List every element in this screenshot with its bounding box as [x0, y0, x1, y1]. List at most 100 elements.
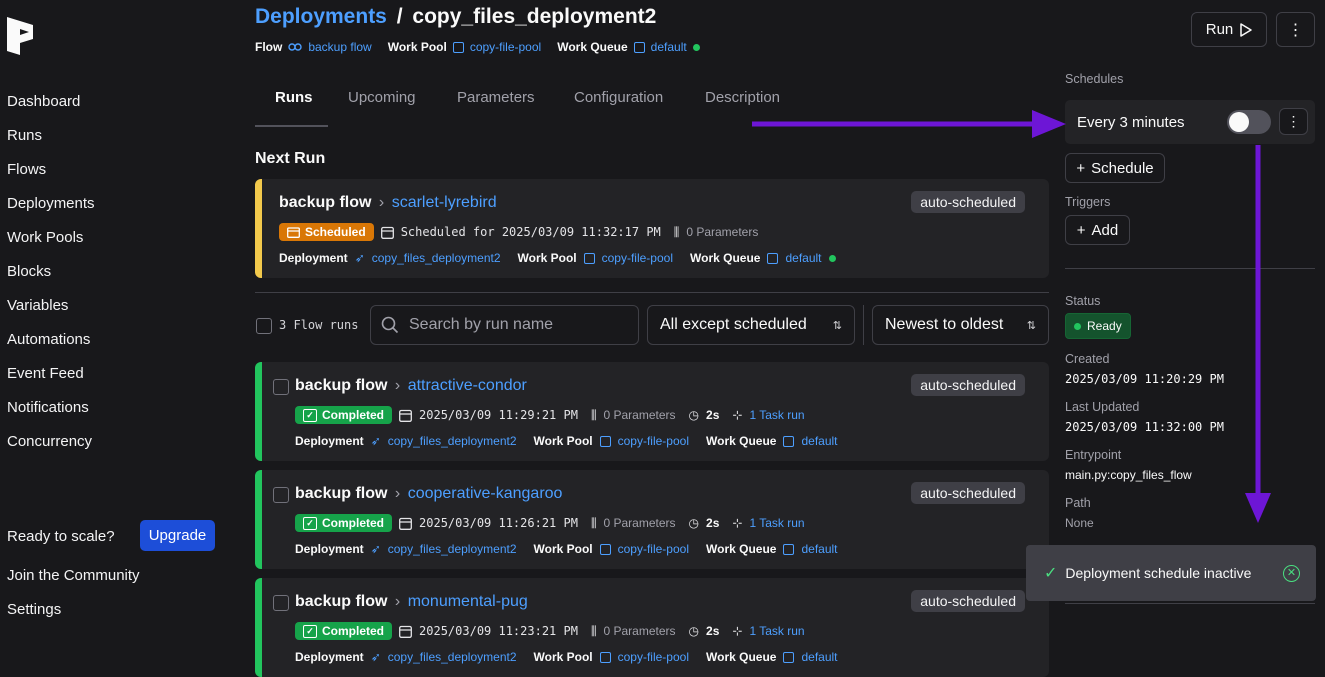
- parameters-icon: ⫼: [590, 407, 597, 422]
- nav-variables[interactable]: Variables: [7, 297, 68, 314]
- chevron-right-icon: ›: [394, 377, 401, 394]
- tab-configuration[interactable]: Configuration: [574, 89, 663, 106]
- select-all-checkbox[interactable]: [256, 318, 272, 334]
- state-filter-select[interactable]: All except scheduled ⇅: [647, 305, 855, 345]
- parameters-count[interactable]: 0 Parameters: [604, 624, 676, 638]
- work-queue-link[interactable]: default: [785, 251, 821, 265]
- chevron-right-icon: ›: [394, 485, 401, 502]
- schedule-menu-button[interactable]: ⋮: [1279, 108, 1308, 135]
- run-relations: Deployment ➶ copy_files_deployment2 Work…: [295, 434, 838, 448]
- run-select-checkbox[interactable]: [273, 379, 289, 395]
- tab-runs[interactable]: Runs: [275, 89, 313, 106]
- work-pool-link[interactable]: copy-file-pool: [602, 251, 673, 265]
- plus-icon: +: [1076, 221, 1086, 239]
- last-updated-label: Last Updated: [1065, 400, 1140, 414]
- work-pool-link[interactable]: copy-file-pool: [618, 650, 689, 664]
- flow-icon: [288, 43, 303, 51]
- state-label: Completed: [322, 516, 385, 530]
- work-pool-link[interactable]: copy-file-pool: [618, 434, 689, 448]
- search-field[interactable]: Search by run name: [370, 305, 639, 345]
- deployment-label: Deployment: [295, 542, 364, 556]
- nav-work-pools[interactable]: Work Pools: [7, 229, 83, 246]
- deployment-link[interactable]: copy_files_deployment2: [388, 434, 517, 448]
- nav-notifications[interactable]: Notifications: [7, 399, 89, 416]
- run-flow-name[interactable]: backup flow: [295, 593, 387, 610]
- schedule-text: Every 3 minutes: [1077, 114, 1185, 131]
- run-duration: 2s: [706, 516, 720, 530]
- add-schedule-button[interactable]: + Schedule: [1065, 153, 1165, 183]
- nav-deployments[interactable]: Deployments: [7, 195, 95, 212]
- flow-run-card[interactable]: backup flow › monumental-pug auto-schedu…: [255, 578, 1049, 677]
- more-options-button[interactable]: ⋮: [1276, 12, 1315, 47]
- run-flow-name[interactable]: backup flow: [295, 377, 387, 394]
- entrypoint-label: Entrypoint: [1065, 448, 1122, 462]
- nav-concurrency[interactable]: Concurrency: [7, 433, 92, 450]
- calendar-icon: [399, 625, 412, 638]
- nav-settings[interactable]: Settings: [7, 601, 61, 618]
- task-run-icon: ⊹: [732, 408, 743, 422]
- flow-label: Flow: [255, 40, 283, 54]
- search-input[interactable]: Search by run name: [409, 316, 553, 334]
- run-flow-name[interactable]: backup flow: [295, 485, 387, 502]
- work-queue-link[interactable]: default: [801, 542, 837, 556]
- sort-select[interactable]: Newest to oldest ⇅: [872, 305, 1049, 345]
- page-title: copy_files_deployment2: [412, 5, 657, 28]
- work-pool-link[interactable]: copy-file-pool: [618, 542, 689, 556]
- run-name-link[interactable]: cooperative-kangaroo: [408, 485, 563, 502]
- status-badge: Ready: [1065, 313, 1131, 339]
- chevron-right-icon: ›: [394, 593, 401, 610]
- nav-runs[interactable]: Runs: [7, 127, 42, 144]
- work-queue-label: Work Queue: [706, 434, 777, 448]
- deployment-link[interactable]: copy_files_deployment2: [388, 542, 517, 556]
- deployment-meta: Flow backup flow Work Pool copy-file-poo…: [255, 40, 700, 54]
- status-value: Ready: [1087, 319, 1122, 333]
- nav-automations[interactable]: Automations: [7, 331, 90, 348]
- run-name-link[interactable]: attractive-condor: [408, 377, 527, 394]
- add-trigger-button[interactable]: + Add: [1065, 215, 1130, 245]
- prefect-logo-icon[interactable]: [7, 17, 33, 55]
- next-run-card[interactable]: backup flow › scarlet-lyrebird auto-sche…: [255, 179, 1049, 278]
- schedules-label: Schedules: [1065, 72, 1124, 86]
- nav-join-community[interactable]: Join the Community: [7, 567, 140, 584]
- work-pool-icon: [599, 651, 611, 663]
- parameters-count[interactable]: 0 Parameters: [604, 408, 676, 422]
- work-queue-link[interactable]: default: [651, 40, 687, 54]
- breadcrumb-deployments-link[interactable]: Deployments: [255, 5, 387, 28]
- nav-dashboard[interactable]: Dashboard: [7, 93, 80, 110]
- run-select-checkbox[interactable]: [273, 487, 289, 503]
- next-run-relations: Deployment ➶ copy_files_deployment2 Work…: [279, 251, 836, 265]
- nav-event-feed[interactable]: Event Feed: [7, 365, 84, 382]
- flow-link[interactable]: backup flow: [308, 40, 371, 54]
- run-name-link[interactable]: monumental-pug: [408, 593, 528, 610]
- work-pool-link[interactable]: copy-file-pool: [470, 40, 541, 54]
- deployment-link[interactable]: copy_files_deployment2: [388, 650, 517, 664]
- next-run-name-link[interactable]: scarlet-lyrebird: [392, 194, 497, 211]
- parameters-count[interactable]: 0 Parameters: [604, 516, 676, 530]
- check-square-icon: ✓: [303, 408, 317, 422]
- next-run-details: Scheduled Scheduled for 2025/03/09 11:32…: [279, 223, 758, 241]
- nav-blocks[interactable]: Blocks: [7, 263, 51, 280]
- flow-run-card[interactable]: backup flow › cooperative-kangaroo auto-…: [255, 470, 1049, 569]
- work-queue-link[interactable]: default: [801, 434, 837, 448]
- work-queue-icon: [783, 543, 795, 555]
- schedule-active-toggle[interactable]: [1227, 110, 1271, 134]
- run-button[interactable]: Run: [1191, 12, 1267, 47]
- work-queue-link[interactable]: default: [801, 650, 837, 664]
- deployment-link[interactable]: copy_files_deployment2: [372, 251, 501, 265]
- close-icon[interactable]: ✕: [1283, 564, 1300, 582]
- task-runs-link[interactable]: 1 Task run: [749, 408, 804, 422]
- upgrade-button[interactable]: Upgrade: [140, 520, 215, 551]
- tab-parameters[interactable]: Parameters: [457, 89, 535, 106]
- rocket-icon: ➶: [370, 650, 381, 664]
- next-run-flow-name[interactable]: backup flow: [279, 194, 371, 211]
- parameters-count[interactable]: 0 Parameters: [686, 225, 758, 239]
- calendar-icon: [287, 226, 300, 238]
- run-select-checkbox[interactable]: [273, 595, 289, 611]
- task-runs-link[interactable]: 1 Task run: [749, 624, 804, 638]
- auto-scheduled-badge: auto-scheduled: [911, 590, 1025, 612]
- work-pool-label: Work Pool: [517, 251, 577, 265]
- nav-flows[interactable]: Flows: [7, 161, 46, 178]
- flow-run-card[interactable]: backup flow › attractive-condor auto-sch…: [255, 362, 1049, 461]
- tab-upcoming[interactable]: Upcoming: [348, 89, 416, 106]
- task-runs-link[interactable]: 1 Task run: [749, 516, 804, 530]
